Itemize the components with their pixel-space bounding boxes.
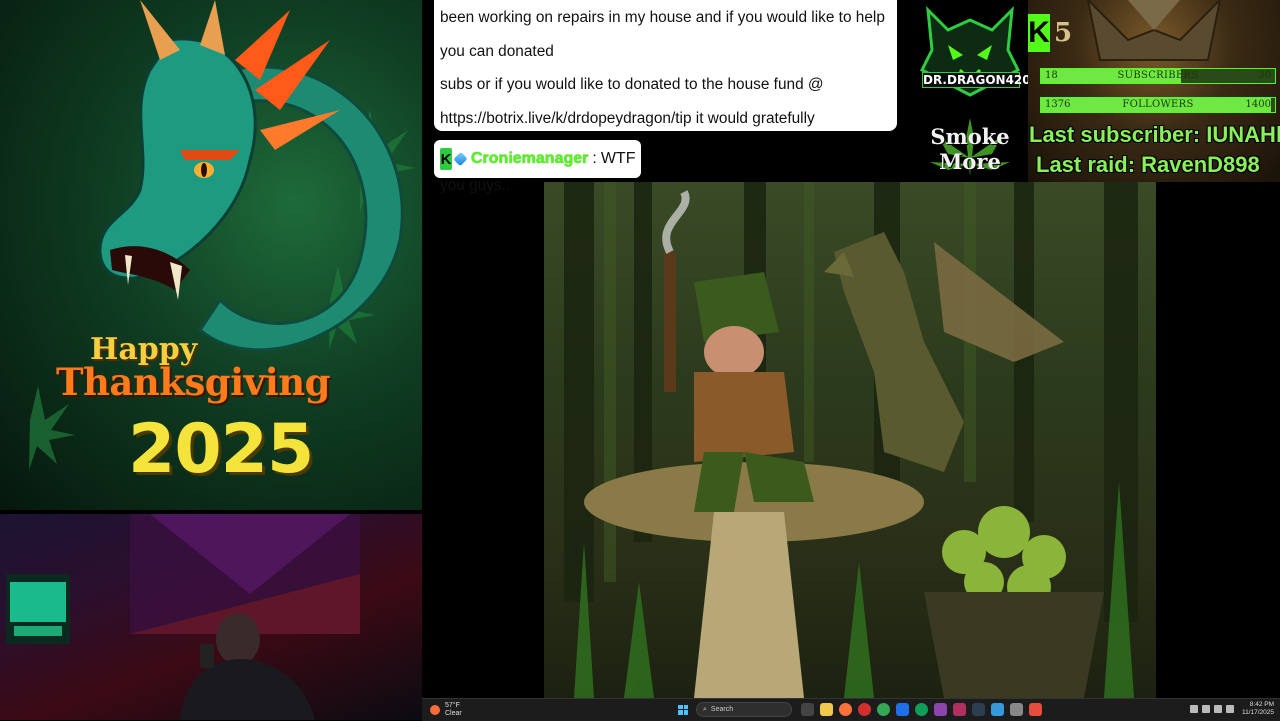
webcam-scene: [6, 514, 360, 720]
subscribers-target: 30: [1258, 70, 1271, 81]
clock-date: 11/17/2025: [1241, 709, 1274, 716]
followers-goal-bar: 1376 FOLLOWERS 1400: [1040, 97, 1276, 113]
microphone-icon[interactable]: [1201, 705, 1210, 713]
poster-thanksgiving-text: Thanksgiving: [56, 360, 331, 404]
app-icon[interactable]: [1029, 703, 1042, 716]
poster-year-text: 2025: [128, 410, 314, 489]
followers-label: FOLLOWERS: [1122, 99, 1194, 110]
chat-separator: :: [592, 150, 597, 167]
app-icon[interactable]: [934, 703, 947, 716]
start-button-icon[interactable]: [678, 704, 688, 715]
app-icon[interactable]: [991, 703, 1004, 716]
chat-reply: K Croniemanager : WTF: [434, 140, 642, 178]
steam-icon[interactable]: [972, 703, 985, 716]
chat-message-line: subs or if you would like to donated to …: [440, 76, 824, 93]
taskbar-clock[interactable]: 8:42 PM 11/17/2025: [1242, 701, 1274, 717]
smoke-more-text: Smoke More: [930, 124, 1010, 174]
chevron-up-icon[interactable]: [1189, 705, 1198, 713]
chat-message: been working on repairs in my house and …: [434, 0, 897, 194]
opera-icon[interactable]: [858, 703, 871, 716]
logo-name-text: DR.DRAGON420: [922, 72, 1031, 88]
weather-desc: Clear: [445, 710, 462, 717]
webcam-feed: [0, 514, 422, 720]
task-view-icon[interactable]: [801, 703, 814, 716]
clock-time: 8:42 PM: [1249, 701, 1274, 708]
taskbar-apps: ⌕ Search: [678, 702, 1045, 717]
followers-target: 1400: [1245, 99, 1271, 110]
last-raid-text: Last raid: RavenD898: [1036, 152, 1260, 177]
chat-reply-text: WTF: [600, 150, 636, 167]
kick-badge-icon: K: [440, 148, 452, 170]
file-explorer-icon[interactable]: [820, 703, 833, 716]
volume-icon[interactable]: [1225, 705, 1234, 713]
app-icon[interactable]: [1010, 703, 1023, 716]
kick-count: 5: [1054, 18, 1073, 48]
firefox-icon[interactable]: [839, 703, 852, 716]
stream-goals-panel: K 5 18 SUBSCRIBERS 30 1376 FOLLOWERS 140…: [1028, 0, 1280, 182]
thanksgiving-poster: Happy Thanksgiving 2025: [0, 0, 422, 510]
taskbar-search[interactable]: ⌕ Search: [696, 702, 792, 717]
last-subscriber-text: Last subscriber: IUNAHbUHG: [1029, 122, 1280, 147]
forest-scene: [564, 182, 1138, 698]
edge-icon[interactable]: [915, 703, 928, 716]
word-icon[interactable]: [896, 703, 909, 716]
channel-logo: DR.DRAGON420 Smoke More: [908, 0, 1032, 182]
dragon-logo-icon: [919, 5, 1021, 97]
search-placeholder: Search: [710, 706, 734, 713]
kick-logo-icon: K: [1028, 14, 1050, 52]
leprechaun-dragon-artwork: [544, 182, 1156, 698]
weather-widget[interactable]: 57°F Clear: [430, 702, 462, 718]
chat-message-line: been working on repairs in my house and …: [440, 9, 885, 60]
weather-icon: [430, 705, 440, 715]
search-icon: ⌕: [703, 705, 707, 713]
subscribers-goal-bar: 18 SUBSCRIBERS 30: [1040, 68, 1276, 84]
gem-badge-icon: [453, 151, 468, 167]
subscribers-label: SUBSCRIBERS: [1117, 70, 1199, 81]
system-tray: 8:42 PM 11/17/2025: [1188, 701, 1274, 717]
chat-username[interactable]: Croniemanager: [471, 150, 588, 168]
network-icon[interactable]: [1213, 705, 1222, 713]
chrome-icon[interactable]: [877, 703, 890, 716]
obs-icon[interactable]: [953, 703, 966, 716]
windows-taskbar: 57°F Clear ⌕ Search 8:42 PM 11/17/2025: [422, 698, 1280, 721]
weather-temp: 57°F: [445, 702, 460, 709]
